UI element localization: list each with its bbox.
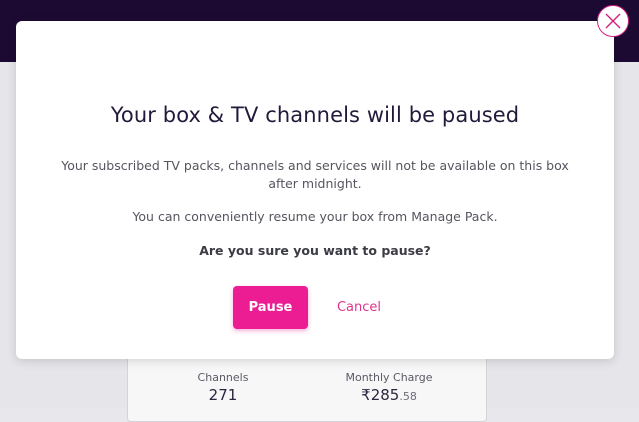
channels-stat: Channels 271	[148, 371, 298, 404]
close-icon	[605, 13, 621, 29]
resume-note: You can conveniently resume your box fro…	[132, 209, 498, 224]
monthly-charge-decimal: .58	[399, 390, 417, 403]
pause-button[interactable]: Pause	[233, 286, 308, 329]
monthly-charge-stat: Monthly Charge ₹285.58	[314, 371, 464, 404]
pause-confirmation-dialog: Your box & TV channels will be paused Yo…	[16, 21, 614, 359]
channels-label: Channels	[197, 371, 249, 384]
monthly-charge-main: ₹285	[361, 386, 400, 404]
confirm-question: Are you sure you want to pause?	[199, 243, 431, 258]
dialog-description: Your subscribed TV packs, channels and s…	[61, 158, 569, 191]
monthly-charge-label: Monthly Charge	[345, 371, 433, 384]
monthly-charge-value: ₹285.58	[314, 386, 464, 404]
channels-value: 271	[208, 386, 238, 404]
close-dialog-button[interactable]	[597, 5, 629, 37]
cancel-button[interactable]: Cancel	[324, 286, 394, 329]
dialog-title: Your box & TV channels will be paused	[110, 103, 520, 127]
